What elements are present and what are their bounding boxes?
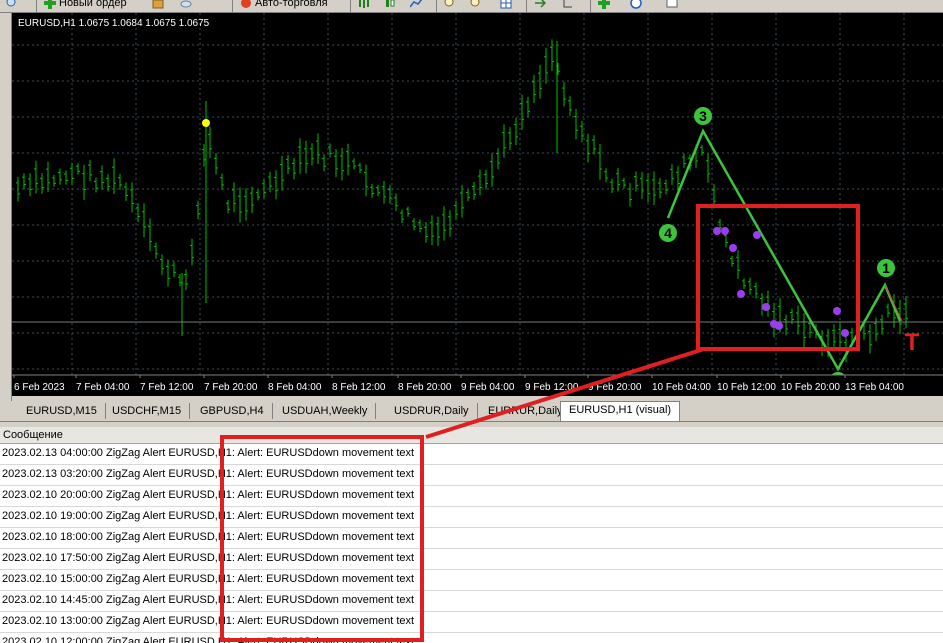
chart-canvas[interactable]: 4321T6 Feb 20237 Feb 04:007 Feb 12:007 F… bbox=[12, 13, 943, 396]
candles-icon[interactable] bbox=[384, 0, 396, 10]
tab-eurusd-h1-visual[interactable]: EURUSD,H1 (visual) bbox=[560, 401, 681, 421]
time-axis-label: 8 Feb 20:00 bbox=[398, 382, 452, 393]
auto-trading-button[interactable]: Авто-торговля bbox=[240, 0, 328, 10]
purple-signal-dot bbox=[721, 227, 729, 235]
message-row[interactable]: 2023.02.10 15:00:00 ZigZag Alert EURUSD,… bbox=[0, 570, 943, 591]
plus-icon bbox=[44, 0, 56, 9]
purple-signal-dot bbox=[753, 231, 761, 239]
tile-windows-icon[interactable] bbox=[500, 0, 512, 10]
purple-signal-dot bbox=[762, 303, 770, 311]
time-axis-label: 7 Feb 04:00 bbox=[76, 382, 130, 393]
yellow-signal-dot bbox=[202, 119, 210, 127]
stop-icon bbox=[241, 0, 251, 8]
purple-signal-dot bbox=[775, 322, 783, 330]
purple-signal-dot bbox=[729, 244, 737, 252]
zoom-out-icon[interactable] bbox=[470, 0, 482, 10]
messages-header: Сообщение bbox=[0, 427, 943, 444]
messages-column-label: Сообщение bbox=[3, 429, 63, 441]
time-axis-label: 9 Feb 04:00 bbox=[461, 382, 515, 393]
toolbar: Новый ордер Авто-торговля bbox=[0, 0, 943, 13]
bar-chart-icon[interactable] bbox=[358, 0, 370, 10]
price-chart[interactable]: 4321T6 Feb 20237 Feb 04:007 Feb 12:007 F… bbox=[12, 13, 943, 396]
symbol-info: EURUSD,H1 1.0675 1.0684 1.0675 1.0675 bbox=[18, 18, 210, 29]
message-row[interactable]: 2023.02.10 14:45:00 ZigZag Alert EURUSD,… bbox=[0, 591, 943, 612]
purple-signal-dot bbox=[713, 227, 721, 235]
time-axis-label: 6 Feb 2023 bbox=[14, 382, 65, 393]
zoom-in-icon[interactable] bbox=[444, 0, 456, 10]
cloud-icon[interactable] bbox=[180, 0, 192, 10]
zigzag-point-label: 3 bbox=[699, 108, 707, 124]
tab-gbpusd-h4[interactable]: GBPUSD,H4 bbox=[192, 403, 273, 419]
time-axis-label: 8 Feb 04:00 bbox=[268, 382, 322, 393]
autoscroll-icon[interactable] bbox=[534, 0, 546, 10]
zoom-icon[interactable] bbox=[6, 0, 18, 10]
auto-trading-label: Авто-торговля bbox=[255, 0, 328, 9]
zigzag-point-label: 4 bbox=[664, 225, 672, 241]
periods-icon[interactable] bbox=[630, 0, 642, 10]
line-chart-icon[interactable] bbox=[410, 0, 422, 10]
time-axis-label: 7 Feb 12:00 bbox=[140, 382, 194, 393]
purple-signal-dot bbox=[833, 307, 841, 315]
templates-icon[interactable] bbox=[666, 0, 678, 10]
tab-usdchf-m15[interactable]: USDCHF,M15 bbox=[104, 403, 191, 419]
time-axis-label: 7 Feb 20:00 bbox=[204, 382, 258, 393]
purple-signal-dot bbox=[737, 290, 745, 298]
message-row[interactable]: 2023.02.10 12:00:00 ZigZag Alert EURUSD,… bbox=[0, 633, 943, 643]
tab-eurrur-daily[interactable]: EURRUR,Daily bbox=[480, 403, 572, 419]
time-axis-label: 10 Feb 12:00 bbox=[717, 382, 776, 393]
time-axis-label: 9 Feb 20:00 bbox=[588, 382, 642, 393]
purple-signal-dot bbox=[841, 329, 849, 337]
new-order-label: Новый ордер bbox=[59, 0, 127, 9]
message-row[interactable]: 2023.02.10 17:50:00 ZigZag Alert EURUSD,… bbox=[0, 549, 943, 570]
time-axis-label: 9 Feb 12:00 bbox=[525, 382, 579, 393]
messages-list[interactable]: 2023.02.13 04:00:00 ZigZag Alert EURUSD,… bbox=[0, 444, 943, 643]
box-icon[interactable] bbox=[152, 0, 164, 10]
message-row[interactable]: 2023.02.13 03:20:00 ZigZag Alert EURUSD,… bbox=[0, 465, 943, 486]
left-scroll-panel bbox=[0, 13, 12, 401]
time-axis-label: 10 Feb 20:00 bbox=[781, 382, 840, 393]
add-indicator-icon[interactable] bbox=[598, 0, 610, 10]
new-order-button[interactable]: Новый ордер bbox=[44, 0, 127, 10]
message-row[interactable]: 2023.02.13 04:00:00 ZigZag Alert EURUSD,… bbox=[0, 444, 943, 465]
message-row[interactable]: 2023.02.10 20:00:00 ZigZag Alert EURUSD,… bbox=[0, 486, 943, 507]
zigzag-point-label: 1 bbox=[882, 260, 890, 276]
chart-tabs: EURUSD,M15 USDCHF,M15 GBPUSD,H4 USDUAH,Week… bbox=[12, 401, 943, 421]
message-row[interactable]: 2023.02.10 18:00:00 ZigZag Alert EURUSD,… bbox=[0, 528, 943, 549]
chart-shift-icon[interactable] bbox=[562, 0, 574, 10]
time-axis-label: 10 Feb 04:00 bbox=[652, 382, 711, 393]
tab-eurusd-m15[interactable]: EURUSD,M15 bbox=[18, 403, 106, 419]
trade-marker-t: T bbox=[905, 329, 920, 356]
time-axis-label: 8 Feb 12:00 bbox=[332, 382, 386, 393]
time-axis-label: 13 Feb 04:00 bbox=[845, 382, 904, 393]
tab-usduah-weekly[interactable]: USDUAH,Weekly bbox=[274, 403, 377, 419]
message-row[interactable]: 2023.02.10 13:00:00 ZigZag Alert EURUSD,… bbox=[0, 612, 943, 633]
tab-usdrur-daily[interactable]: USDRUR,Daily bbox=[386, 403, 478, 419]
message-row[interactable]: 2023.02.10 19:00:00 ZigZag Alert EURUSD,… bbox=[0, 507, 943, 528]
